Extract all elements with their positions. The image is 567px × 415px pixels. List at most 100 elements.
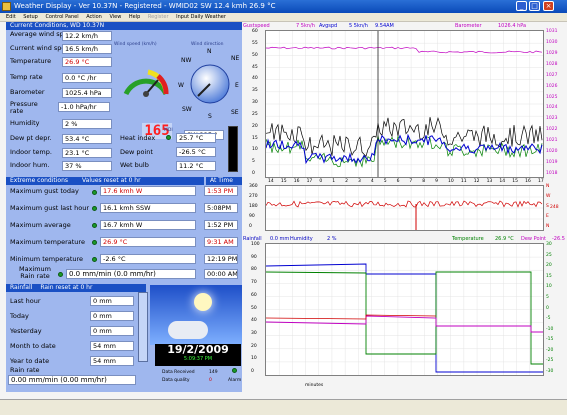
menu-input-daily-weather[interactable]: Input Daily Weather (176, 14, 226, 20)
alarm-label[interactable]: Alarm (228, 378, 241, 383)
g1-x-tick-4: 0 (319, 179, 323, 184)
menu-action[interactable]: Action (86, 14, 102, 20)
g3-right-tick-0: 30 (546, 242, 552, 247)
mdi-indicator (166, 135, 171, 140)
g2-left-tick-2: 180 (249, 204, 258, 209)
g1-x-tick-3: 17 (306, 179, 313, 184)
g1-x-tick-19: 15 (512, 179, 519, 184)
g1-right-tick-4: 1027 (546, 72, 558, 78)
g1-left-tick-2: 50 (252, 52, 258, 58)
extreme-dot-3 (92, 240, 97, 245)
extreme-time-0: 1:53 PM (204, 186, 238, 196)
compass-s: S (208, 113, 212, 120)
rain-label-1: Today (10, 312, 29, 320)
g2-left-tick-1: 270 (249, 194, 258, 199)
g1-x-tick-8: 4 (370, 179, 374, 184)
g1-right-tick-8: 1023 (546, 116, 558, 122)
g1-right-tick-2: 1029 (546, 50, 558, 56)
wet-bulb-value: 11.2 °C (176, 161, 216, 171)
avg-wind-value: 12.2 km/h (62, 31, 112, 41)
indoor-hum-value: 37 % (62, 161, 112, 171)
rainfall-title: Rainfall (10, 284, 33, 291)
g3-right-tick-11: -25 (546, 358, 554, 364)
g1-left-tick-4: 40 (252, 76, 258, 82)
max-rain-dot (58, 272, 63, 277)
g2-left-tick-3: 90 (249, 214, 255, 219)
g1-right-tick-0: 1031 (546, 29, 558, 34)
rain-label-2: Yesterday (10, 327, 42, 335)
extreme-label-1: Maximum gust last hour (10, 204, 90, 212)
extreme-value-3: 26.9 °C (100, 237, 196, 247)
wind-series (265, 116, 543, 158)
barometer-value: 1025.4 hPa (62, 88, 112, 98)
legend-barometer: Barometer (455, 23, 482, 29)
g3-right-tick-7: -5 (546, 316, 551, 322)
g3-left-tick-6: 40 (251, 318, 257, 324)
g1-right-tick-9: 1022 (546, 127, 558, 133)
legend-dewpoint: Dew Point (521, 236, 547, 242)
menu-setup[interactable]: Setup (23, 14, 38, 20)
data-quality-label: Data quality (162, 378, 190, 383)
g1-x-tick-12: 8 (422, 179, 426, 184)
extreme-time-4: 12:19 PM (204, 254, 238, 264)
dew-depression-value: 53.4 °C (62, 134, 112, 144)
dew-point-value: -26.5 °C (176, 147, 216, 157)
g1-x-tick-14: 10 (448, 179, 454, 184)
minimize-button[interactable]: _ (516, 1, 527, 11)
temperature-value: 26.9 °C (62, 57, 112, 67)
legend-barometer-value: 1026.4 hPa (498, 23, 527, 29)
legend-dewpoint-value: -26.5 (552, 236, 565, 242)
g1-right-tick-10: 1021 (546, 138, 558, 144)
close-button[interactable]: × (543, 1, 554, 11)
temperature-humidity-graph[interactable] (265, 243, 544, 376)
g1-x-tick-16: 12 (473, 179, 480, 184)
g3-left-tick-7: 30 (251, 330, 257, 336)
g1-right-tick-1: 1030 (546, 39, 558, 45)
menu-view[interactable]: View (109, 14, 121, 20)
g2-right-tick-1: W (546, 194, 551, 199)
extreme-time-2: 1:52 PM (204, 220, 238, 230)
g1-left-tick-6: 30 (252, 100, 258, 105)
legend-humidity-value: 2 % (327, 236, 337, 242)
wind-direction-graph[interactable] (265, 185, 544, 231)
g1-x-tick-5: 1 (332, 179, 336, 184)
legend-avg-value: 5 5kn/h (349, 23, 368, 29)
app-icon (2, 2, 11, 11)
rain-label-4: Year to date (10, 357, 50, 365)
gust-series (265, 135, 543, 168)
maximize-button[interactable]: □ (529, 1, 540, 11)
max-rain-rate-value: 0.0 mm/min (0.0 mm/hr) (66, 269, 196, 279)
wind-direction-series (265, 200, 543, 208)
g3-right-tick-3: 15 (546, 273, 552, 279)
g1-left-tick-1: 55 (252, 40, 258, 46)
temperature-series (265, 271, 543, 365)
wind-direction-plot (265, 186, 543, 230)
extreme-time-3: 9:31 AM (204, 237, 238, 247)
extreme-label-2: Maximum average (10, 221, 71, 229)
compass-nw: NW (181, 57, 192, 64)
temp-rate-value: 0.0 °C /hr (62, 73, 112, 83)
compass-ne: NE (231, 55, 240, 62)
menu-edit[interactable]: Edit (6, 14, 16, 20)
g2-right-tick-4: N (546, 224, 550, 229)
menu-help[interactable]: Help (129, 14, 140, 20)
wind-barometer-graph[interactable] (265, 30, 544, 178)
current-conditions-header: Current Conditions, WD 10.37N (6, 22, 242, 30)
rain-value-4: 54 mm (90, 356, 134, 366)
wind-speed-gauge (123, 69, 169, 97)
rain-value-3: 54 mm (90, 341, 134, 351)
compass-w: W (178, 82, 184, 89)
wind-barometer-plot (265, 31, 543, 177)
sun-icon (194, 293, 212, 311)
average-series (265, 133, 543, 165)
graph3-x-label: minutes (305, 383, 324, 388)
rain-value-1: 0 mm (90, 311, 134, 321)
g2-left-tick-0: 360 (249, 184, 258, 189)
extreme-label-4: Minimum temperature (10, 255, 84, 263)
title-bar: Weather Display - Ver 10.37N - Registere… (0, 0, 567, 13)
g3-right-tick-12: -30 (546, 369, 554, 374)
menu-register[interactable]: Register (148, 14, 169, 20)
menu-control-panel[interactable]: Control Panel (45, 14, 78, 20)
at-time-header: At Time (206, 177, 242, 185)
compass-e: E (235, 82, 239, 89)
